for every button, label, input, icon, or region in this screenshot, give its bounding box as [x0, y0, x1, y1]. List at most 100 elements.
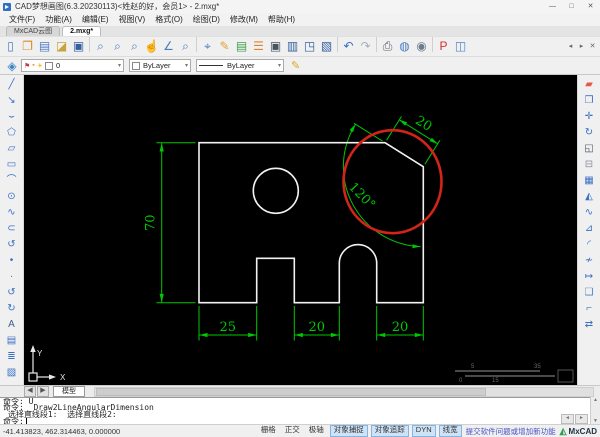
attr-edit-icon[interactable]: ▧ [318, 37, 335, 56]
feedback-link[interactable]: 提交软件问题或增加新功能 [466, 426, 556, 437]
hatch-icon[interactable]: ▨ [4, 365, 20, 381]
select-icon[interactable]: ◳ [301, 37, 318, 56]
break-icon[interactable]: ⌐ [581, 301, 597, 317]
menu-item[interactable]: 修改(M) [225, 13, 263, 26]
close-button[interactable]: ✕ [581, 1, 600, 13]
menu-item[interactable]: 文件(F) [4, 13, 40, 26]
array-icon[interactable]: ▦ [581, 173, 597, 189]
zoom-window-icon[interactable]: ⌕ [109, 37, 126, 56]
linetype-select[interactable]: ByLayer ▾ [196, 59, 284, 72]
tab-close-icon[interactable]: ✕ [588, 38, 597, 56]
ellipse-arc-icon[interactable]: ⊂ [4, 221, 20, 237]
box3d-icon[interactable]: ❑ [581, 285, 597, 301]
status-toggle[interactable]: 栅格 [258, 425, 279, 435]
extend-icon[interactable]: ↦ [581, 269, 597, 285]
draw-pencil-icon[interactable]: ✎ [291, 59, 300, 72]
polyline-icon[interactable]: ↘ [4, 93, 20, 109]
divide-icon[interactable]: ∙ [4, 269, 20, 285]
scale-icon[interactable]: ◱ [581, 141, 597, 157]
fillet-icon[interactable]: ◜ [581, 237, 597, 253]
print-icon[interactable]: ⎙ [379, 37, 396, 56]
document-tab[interactable]: MxCAD云图 [6, 26, 61, 36]
menu-item[interactable]: 功能(A) [40, 13, 77, 26]
tab-scroll-right-icon[interactable]: ▸ [577, 38, 586, 56]
scroll-right-icon[interactable]: ► [575, 414, 588, 424]
layout-scroll-left-icon[interactable]: ◀ [24, 386, 36, 397]
redo-icon[interactable]: ↷ [357, 37, 374, 56]
arc-u-icon[interactable]: ⌣ [4, 109, 20, 125]
line-icon[interactable]: ╱ [4, 77, 20, 93]
shape-icon[interactable]: ▱ [4, 141, 20, 157]
drawing-canvas[interactable]: 70 25 20 20 20 120° Y X 0 5 15 35 [24, 75, 577, 385]
layers-panel-icon[interactable]: ◈ [3, 59, 21, 73]
status-toggle[interactable]: 线宽 [438, 425, 462, 437]
color-select[interactable]: ByLayer ▾ [129, 59, 191, 72]
viewport-icon[interactable]: ▣ [267, 37, 284, 56]
mirror-icon[interactable]: ◭ [581, 189, 597, 205]
layer-state-icon[interactable]: ▥ [284, 37, 301, 56]
rotate-icon[interactable]: ↻ [581, 125, 597, 141]
curve-icon[interactable]: ∿ [581, 205, 597, 221]
arc-icon[interactable]: ⌒ [4, 173, 20, 189]
polygon-icon[interactable]: ⬠ [4, 125, 20, 141]
web-publish-icon[interactable]: ◉ [413, 37, 430, 56]
undo-icon[interactable]: ↶ [340, 37, 357, 56]
status-toggle[interactable]: DYN [411, 425, 436, 437]
pan-icon[interactable]: ☝ [143, 37, 160, 56]
horizontal-scrollbar[interactable] [94, 386, 594, 397]
open-folder-icon[interactable]: ◪ [53, 37, 70, 56]
status-toggle[interactable]: 对象捕捉 [329, 425, 368, 437]
menu-item[interactable]: 绘图(D) [188, 13, 225, 26]
offset-icon[interactable]: ⊟ [581, 157, 597, 173]
zoom-extents-icon[interactable]: ⌕ [126, 37, 143, 56]
minimize-button[interactable]: — [543, 1, 562, 13]
model-tab[interactable]: 模型 [53, 386, 85, 397]
status-toggle[interactable]: 极轴 [306, 425, 327, 435]
document-tab[interactable]: 2.mxg* [62, 26, 102, 36]
maximize-button[interactable]: □ [562, 1, 581, 13]
chamfer-icon[interactable]: ⊿ [581, 221, 597, 237]
layer-select[interactable]: ⚑ ▪ ☀ 0 ▾ [21, 59, 124, 72]
text-style-icon[interactable]: ☰ [250, 37, 267, 56]
scroll-up-icon[interactable]: ▲ [593, 397, 598, 403]
circle-icon[interactable]: ⊙ [4, 189, 20, 205]
mtext-icon[interactable]: ≣ [4, 349, 20, 365]
layout-scroll-right-icon[interactable]: ▶ [37, 386, 49, 397]
open-drawing-icon[interactable]: ❐ [19, 37, 36, 56]
insert-block-icon[interactable]: ↺ [4, 285, 20, 301]
menu-item[interactable]: 编辑(E) [77, 13, 114, 26]
move-icon[interactable]: ✛ [581, 109, 597, 125]
export-pdf-icon[interactable]: P [435, 37, 452, 56]
menu-item[interactable]: 格式(O) [150, 13, 188, 26]
scrollbar-thumb[interactable] [96, 387, 487, 396]
zoom-object-icon[interactable]: ⌕ [177, 37, 194, 56]
menu-item[interactable]: 帮助(H) [263, 13, 300, 26]
erase-icon[interactable]: ▰ [581, 77, 597, 93]
find-icon[interactable]: ⌖ [199, 37, 216, 56]
command-horizontal-scrollbar[interactable]: ◄ ► [561, 414, 588, 424]
save-icon[interactable]: ▤ [36, 37, 53, 56]
text-icon[interactable]: A [4, 317, 20, 333]
measure-icon[interactable]: ∠ [160, 37, 177, 56]
status-toggle[interactable]: 对象追踪 [370, 425, 409, 437]
command-window[interactable]: 命令: U 命令: _Draw2LineAngularDimension 选择直线… [0, 397, 600, 424]
zoom-in-icon[interactable]: ⌕ [92, 37, 109, 56]
web-icon[interactable]: ◍ [396, 37, 413, 56]
layer-manager-icon[interactable]: ▤ [233, 37, 250, 56]
spline-icon[interactable]: ∿ [4, 205, 20, 221]
annotate-icon[interactable]: ✎ [216, 37, 233, 56]
command-vertical-scrollbar[interactable]: ▲ ▼ [590, 397, 600, 424]
rectangle-icon[interactable]: ▭ [4, 157, 20, 173]
join-icon[interactable]: ⇄ [581, 317, 597, 333]
revcloud-icon[interactable]: ↺ [4, 237, 20, 253]
save-as-icon[interactable]: ▣ [70, 37, 87, 56]
tab-scroll-left-icon[interactable]: ◂ [566, 38, 575, 56]
export-image-icon[interactable]: ◫ [452, 37, 469, 56]
trim-icon[interactable]: ≁ [581, 253, 597, 269]
menu-item[interactable]: 视图(V) [114, 13, 151, 26]
point-icon[interactable]: • [4, 253, 20, 269]
image-icon[interactable]: ▤ [4, 333, 20, 349]
copy-icon[interactable]: ❐ [581, 93, 597, 109]
scroll-left-icon[interactable]: ◄ [561, 414, 574, 424]
status-toggle[interactable]: 正交 [282, 425, 303, 435]
